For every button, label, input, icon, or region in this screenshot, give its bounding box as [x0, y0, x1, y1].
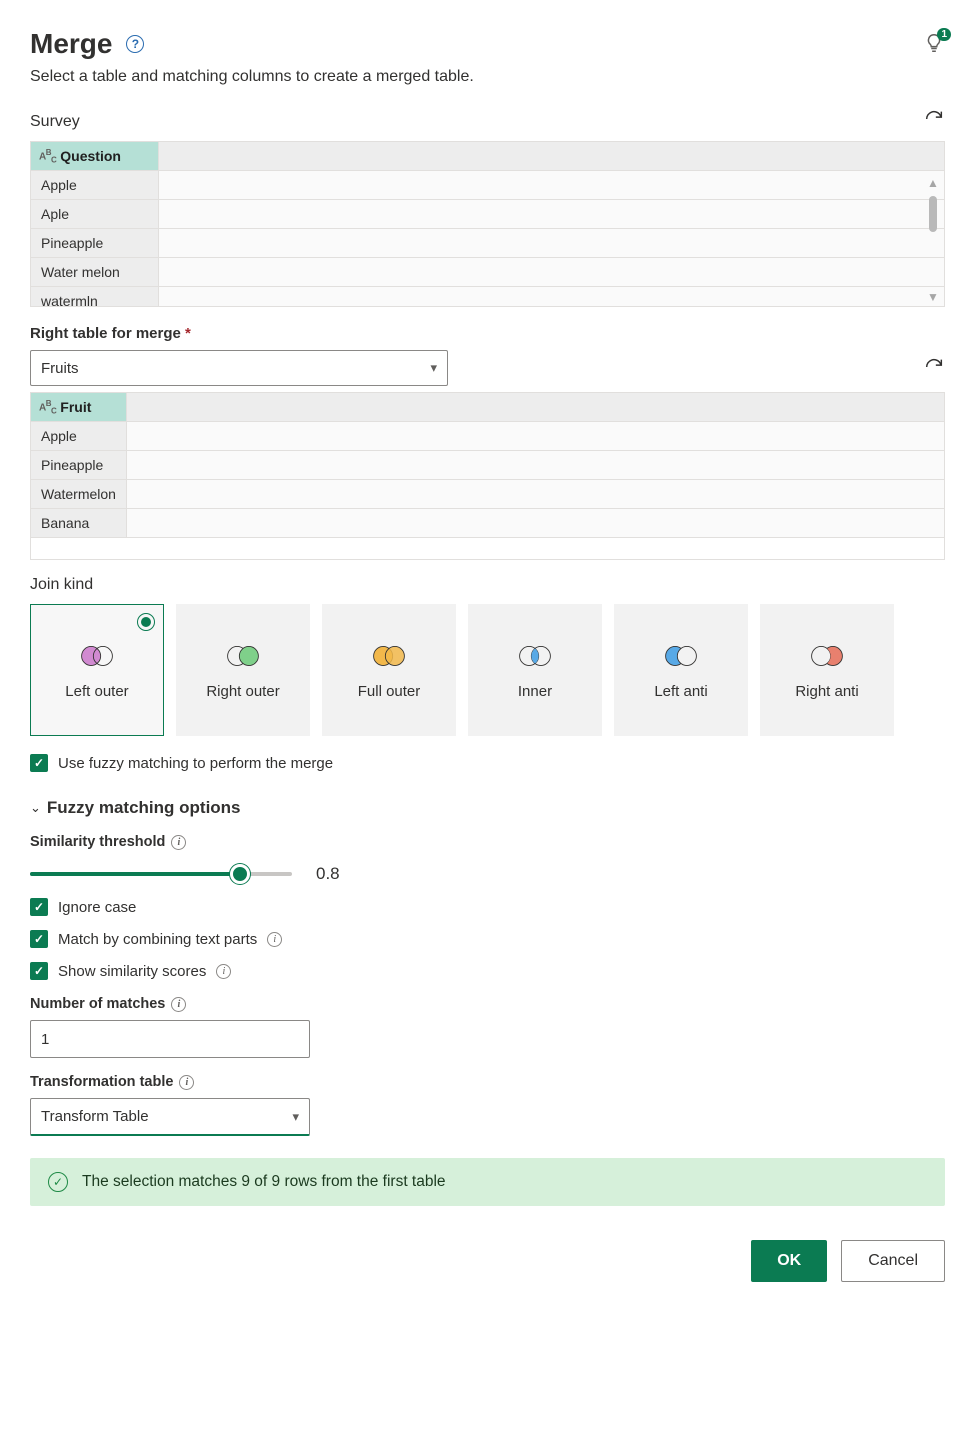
join-option-right-outer[interactable]: Right outer [176, 604, 310, 736]
refresh-icon[interactable] [923, 356, 945, 381]
info-icon[interactable]: i [216, 964, 231, 979]
table-cell[interactable]: Banana [31, 509, 127, 537]
fuzzy-options-expander[interactable]: ⌄ Fuzzy matching options [30, 798, 945, 818]
table-cell[interactable]: watermln [31, 287, 159, 307]
scrollbar[interactable]: ▲▼ [924, 176, 942, 304]
cancel-button[interactable]: Cancel [841, 1240, 945, 1282]
num-matches-label: Number of matches [30, 996, 165, 1012]
help-icon[interactable]: ? [126, 35, 144, 53]
join-option-right-anti[interactable]: Right anti [760, 604, 894, 736]
tips-badge: 1 [937, 28, 951, 41]
table-cell[interactable]: Pineapple [31, 451, 127, 479]
transformation-table-select[interactable]: Transform Table ▾ [30, 1098, 310, 1136]
join-option-full-outer[interactable]: Full outer [322, 604, 456, 736]
info-icon[interactable]: i [171, 835, 186, 850]
page-title: Merge [30, 28, 112, 60]
left-table-label: Survey [30, 113, 80, 131]
right-table-label: Right table for merge [30, 325, 181, 342]
page-subtitle: Select a table and matching columns to c… [30, 68, 945, 86]
table-cell[interactable]: Aple [31, 200, 159, 228]
chevron-down-icon: ⌄ [30, 800, 41, 816]
info-icon[interactable]: i [171, 997, 186, 1012]
combine-text-label: Match by combining text parts [58, 931, 257, 948]
table-cell[interactable]: Pineapple [31, 229, 159, 257]
table-cell[interactable]: Watermelon [31, 480, 127, 508]
join-kind-group: Left outer Right outer Full outer Inner … [30, 604, 945, 736]
table-cell[interactable]: Apple [31, 171, 159, 199]
transformation-table-label: Transformation table [30, 1074, 173, 1090]
left-table-preview[interactable]: ABC Question Apple Aple Pineapple Water … [30, 141, 945, 307]
text-type-icon: ABC [39, 399, 56, 415]
radio-icon [137, 613, 155, 631]
fuzzy-matching-checkbox[interactable] [30, 754, 48, 772]
required-marker: * [185, 325, 191, 342]
num-matches-input[interactable]: 1 [30, 1020, 310, 1058]
table-cell[interactable]: Water melon [31, 258, 159, 286]
fuzzy-matching-label: Use fuzzy matching to perform the merge [58, 755, 333, 772]
join-option-left-outer[interactable]: Left outer [30, 604, 164, 736]
join-option-inner[interactable]: Inner [468, 604, 602, 736]
similarity-threshold-slider[interactable] [30, 865, 292, 883]
text-type-icon: ABC [39, 148, 56, 164]
show-scores-label: Show similarity scores [58, 963, 206, 980]
right-table-preview[interactable]: ABC Fruit Apple Pineapple Watermelon Ban… [30, 392, 945, 560]
match-result-banner: ✓ The selection matches 9 of 9 rows from… [30, 1158, 945, 1206]
ignore-case-label: Ignore case [58, 899, 136, 916]
chevron-down-icon: ▾ [292, 1109, 299, 1125]
similarity-threshold-label: Similarity threshold [30, 834, 165, 850]
info-icon[interactable]: i [267, 932, 282, 947]
right-column-header[interactable]: ABC Fruit [31, 393, 127, 421]
refresh-icon[interactable] [923, 108, 945, 135]
ok-button[interactable]: OK [751, 1240, 827, 1282]
right-table-select[interactable]: Fruits ▾ [30, 350, 448, 386]
join-kind-label: Join kind [30, 576, 93, 594]
show-scores-checkbox[interactable] [30, 962, 48, 980]
table-cell[interactable]: Apple [31, 422, 127, 450]
join-option-left-anti[interactable]: Left anti [614, 604, 748, 736]
info-icon[interactable]: i [179, 1075, 194, 1090]
left-column-header[interactable]: ABC Question [31, 142, 159, 170]
success-icon: ✓ [48, 1172, 68, 1192]
chevron-down-icon: ▾ [430, 360, 437, 376]
similarity-threshold-value: 0.8 [316, 864, 340, 884]
tips-icon[interactable]: 1 [923, 32, 945, 57]
ignore-case-checkbox[interactable] [30, 898, 48, 916]
combine-text-checkbox[interactable] [30, 930, 48, 948]
